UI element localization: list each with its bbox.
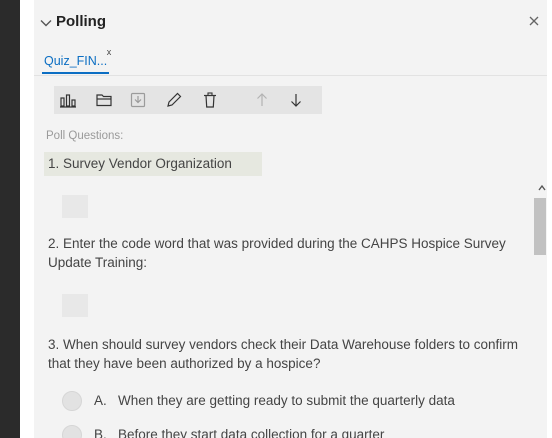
move-down-button[interactable] — [286, 90, 306, 110]
question-2-number: 2. — [48, 236, 60, 251]
left-edge-bar — [0, 0, 20, 438]
question-1-answer-field[interactable] — [62, 195, 88, 218]
chevron-down-icon[interactable] — [39, 16, 53, 30]
tab-unsaved-marker: x — [106, 47, 112, 57]
delete-button[interactable] — [200, 90, 220, 110]
poll-results-button[interactable] — [58, 90, 78, 110]
right-edge — [547, 0, 552, 438]
question-2-answer-field[interactable] — [62, 294, 88, 317]
option-b-text: Before they start data collection for a … — [118, 427, 385, 438]
option-a-letter: A. — [94, 393, 107, 408]
polling-panel: Polling Quiz_FIN... x Poll Questions: 1.… — [34, 0, 547, 438]
save-button[interactable] — [128, 90, 148, 110]
question-2-text: Enter the code word that was provided du… — [48, 236, 506, 270]
question-1-text: Survey Vendor Organization — [63, 156, 232, 171]
panel-title: Polling — [56, 13, 106, 30]
question-3-number: 3. — [48, 337, 60, 352]
move-down-arrow-icon — [291, 94, 301, 107]
scroll-up-chevron-icon[interactable] — [538, 181, 546, 193]
edit-button[interactable] — [164, 90, 184, 110]
option-a-text: When they are getting ready to submit th… — [118, 393, 455, 408]
close-icon[interactable] — [527, 14, 541, 28]
move-up-button[interactable] — [252, 90, 272, 110]
move-up-arrow-icon — [257, 93, 267, 106]
open-folder-button[interactable] — [94, 90, 114, 110]
option-b-letter: B. — [94, 427, 107, 438]
poll-results-icon — [60, 94, 76, 108]
question-1: 1. Survey Vendor Organization — [48, 156, 232, 171]
tab-quiz-file[interactable]: Quiz_FIN... x — [42, 47, 112, 74]
poll-toolbar — [54, 86, 322, 114]
save-download-icon — [130, 92, 146, 108]
poll-questions-label: Poll Questions: — [46, 130, 124, 142]
trash-icon — [204, 92, 216, 108]
question-3-text: When should survey vendors check their D… — [48, 337, 518, 371]
question-3: 3. When should survey vendors check thei… — [48, 335, 524, 373]
question-1-number: 1. — [48, 156, 60, 171]
panel-header: Polling — [34, 0, 547, 46]
tab-divider — [34, 75, 547, 76]
edit-pencil-icon — [167, 92, 182, 107]
option-a-radio[interactable] — [62, 391, 82, 411]
option-b-radio[interactable] — [62, 425, 82, 438]
question-2: 2. Enter the code word that was provided… — [48, 234, 524, 272]
open-folder-icon — [96, 94, 112, 107]
scrollbar-thumb[interactable] — [534, 198, 546, 255]
tab-label: Quiz_FIN... — [44, 54, 108, 68]
tab-active-indicator — [42, 72, 110, 74]
